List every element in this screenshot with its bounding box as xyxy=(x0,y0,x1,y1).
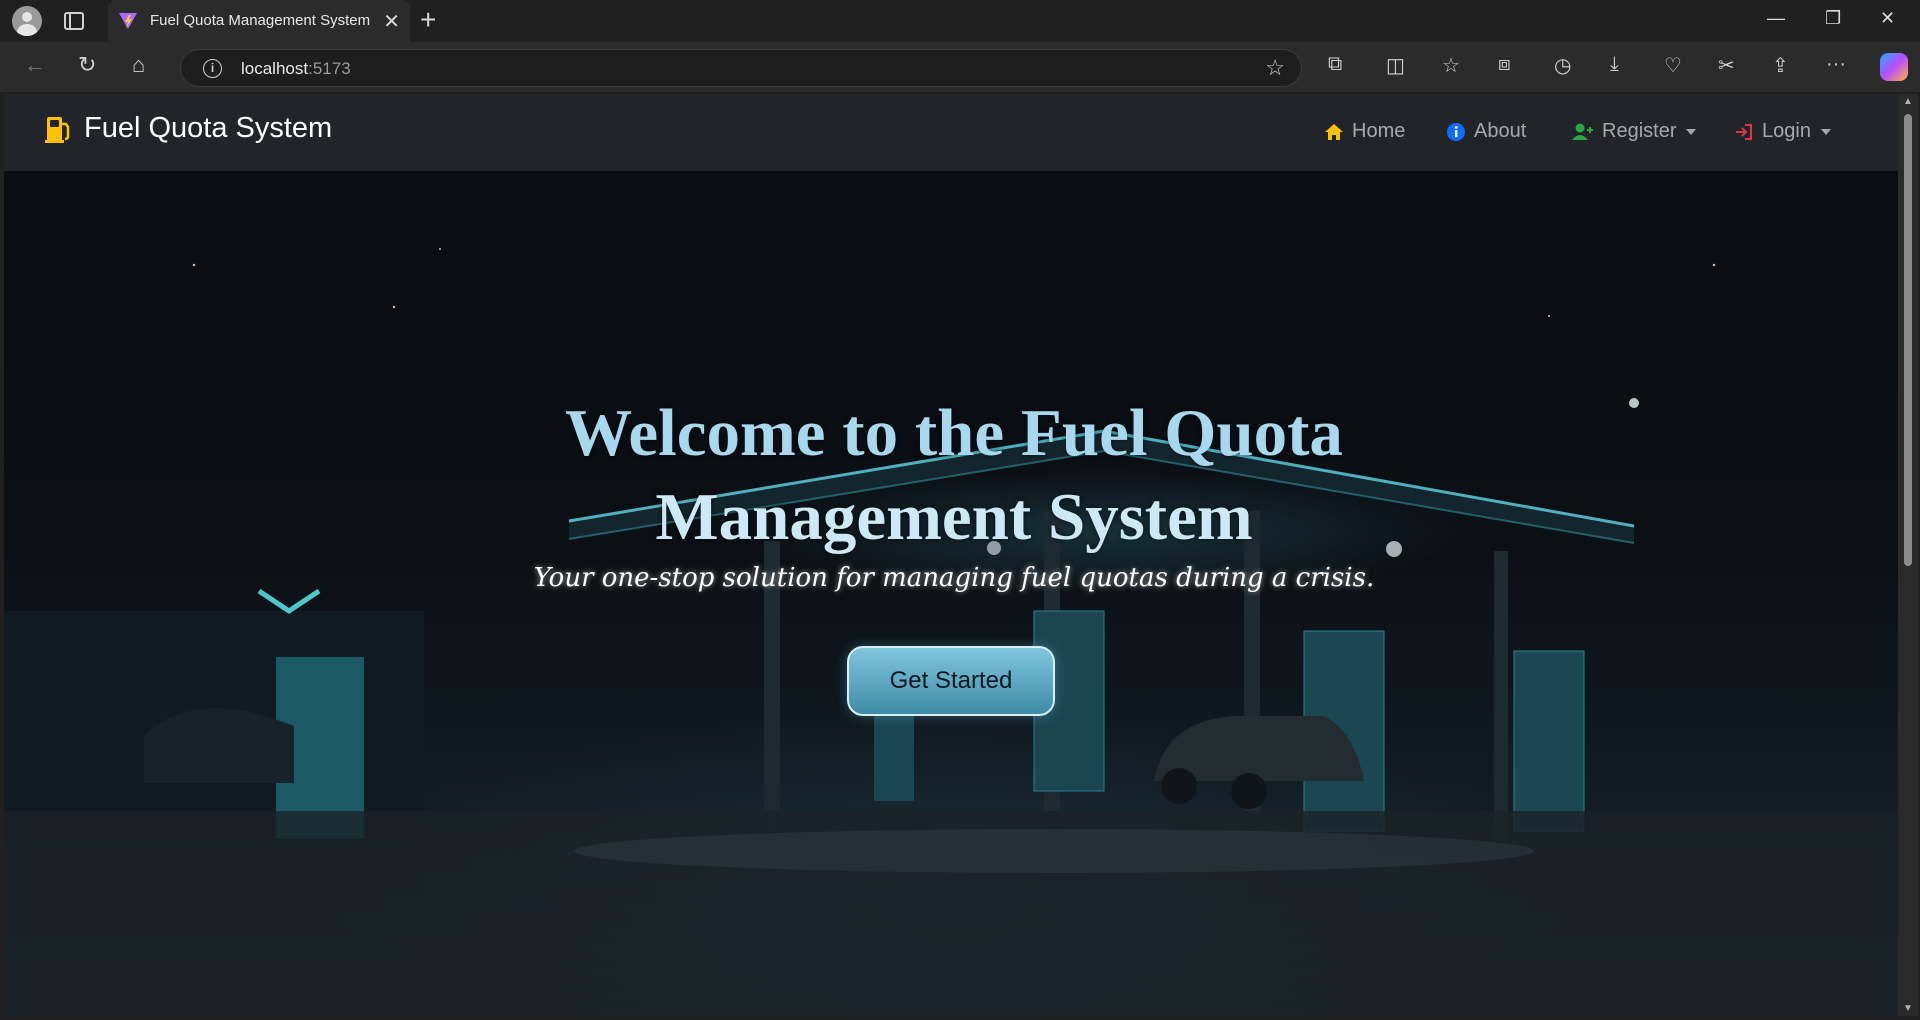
get-started-button[interactable]: Get Started xyxy=(847,646,1055,716)
brand-text: Fuel Quota System xyxy=(84,112,333,144)
home-browser-icon[interactable]: ⌂ xyxy=(132,52,145,78)
nav-register-dropdown[interactable]: Register xyxy=(1572,120,1697,143)
downloads-icon[interactable]: ⤓ xyxy=(1610,53,1619,76)
address-bar[interactable]: i localhost:5173 ☆ xyxy=(180,49,1302,87)
browser-tab[interactable]: Fuel Quota Management System ✕ xyxy=(108,0,410,42)
extensions-icon[interactable]: ⧉ xyxy=(1328,53,1342,76)
fuel-pump-icon xyxy=(45,116,70,143)
favorite-star-icon[interactable]: ☆ xyxy=(1265,55,1285,81)
home-icon xyxy=(1325,123,1343,140)
scroll-up-icon[interactable]: ▲ xyxy=(1903,96,1913,107)
hero-subtitle: Your one-stop solution for managing fuel… xyxy=(533,563,1375,593)
back-icon[interactable]: ← xyxy=(24,52,46,78)
nav-login-dropdown[interactable]: Login xyxy=(1734,120,1831,143)
tab-title: Fuel Quota Management System xyxy=(150,12,371,29)
new-tab-icon[interactable]: + xyxy=(420,4,436,36)
brand[interactable]: Fuel Quota System xyxy=(44,112,332,145)
window-close-icon[interactable]: ✕ xyxy=(1880,8,1895,29)
login-icon xyxy=(1736,123,1752,140)
more-menu-icon[interactable]: ··· xyxy=(1826,53,1846,76)
browser-toolbar: ← ↻ ⌂ i localhost:5173 ☆ ⧉ ◫ ☆ ⧈ ◷ ⤓ ♡ ✂… xyxy=(0,42,1920,92)
refresh-icon[interactable]: ↻ xyxy=(78,52,96,78)
share-icon[interactable]: ⇪ xyxy=(1772,53,1789,78)
split-screen-icon[interactable]: ◫ xyxy=(1386,53,1405,78)
nav-home-label: Home xyxy=(1352,120,1406,142)
hero-section: Welcome to the Fuel Quota Management Sys… xyxy=(4,171,1898,1016)
hero-title-line2: Management System xyxy=(655,480,1253,554)
hero-title-line1: Welcome to the Fuel Quota xyxy=(565,396,1343,470)
user-plus-icon xyxy=(1572,123,1593,140)
nav-home-link[interactable]: Home xyxy=(1324,120,1405,143)
vite-favicon-icon xyxy=(119,13,137,29)
hero-content: Welcome to the Fuel Quota Management Sys… xyxy=(4,171,1898,1016)
collections-icon[interactable]: ⧈ xyxy=(1498,53,1511,76)
nav-login-label: Login xyxy=(1762,120,1811,142)
scroll-down-icon[interactable]: ▼ xyxy=(1903,1003,1913,1014)
screenshot-icon[interactable]: ✂ xyxy=(1718,53,1735,78)
page-scrollbar[interactable]: ▲ ▼ xyxy=(1898,94,1918,1016)
tab-close-icon[interactable]: ✕ xyxy=(383,9,400,34)
history-icon[interactable]: ◷ xyxy=(1554,53,1571,78)
app-navbar: Fuel Quota System Home About Register Lo… xyxy=(4,94,1898,171)
info-icon xyxy=(1447,122,1465,141)
tab-actions-icon[interactable] xyxy=(64,12,84,30)
restore-icon[interactable]: ❐ xyxy=(1825,8,1841,29)
site-info-icon[interactable]: i xyxy=(203,59,222,78)
browser-titlebar: Fuel Quota Management System ✕ + — ❐ ✕ xyxy=(0,0,1920,42)
hero-title: Welcome to the Fuel Quota Management Sys… xyxy=(544,391,1364,559)
browser-essentials-icon[interactable]: ♡ xyxy=(1664,53,1682,78)
caret-down-icon xyxy=(1686,128,1697,135)
page-viewport: Fuel Quota System Home About Register Lo… xyxy=(4,94,1898,1016)
url-text[interactable]: localhost:5173 xyxy=(241,59,351,79)
minimize-icon[interactable]: — xyxy=(1767,8,1785,29)
nav-register-label: Register xyxy=(1602,120,1677,142)
favorites-icon[interactable]: ☆ xyxy=(1442,53,1460,78)
nav-about-link[interactable]: About xyxy=(1446,120,1526,143)
nav-about-label: About xyxy=(1474,120,1527,142)
copilot-icon[interactable] xyxy=(1880,53,1908,81)
scroll-thumb[interactable] xyxy=(1904,114,1912,566)
profile-avatar-icon[interactable] xyxy=(12,6,42,36)
caret-down-icon xyxy=(1820,128,1831,135)
